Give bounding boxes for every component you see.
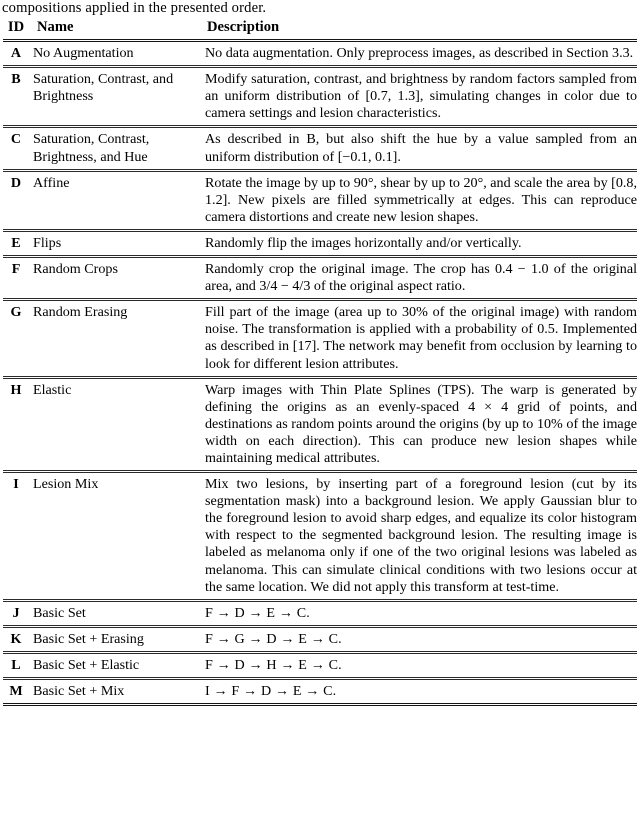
table-row: D Affine Rotate the image by up to 90°, … [1,174,639,228]
row-name: Saturation, Contrast, Brightness, and Hu… [33,131,150,165]
hline [3,65,637,69]
row-id: E [11,234,21,251]
column-header-description: Description [207,19,280,35]
row-id: L [11,656,21,673]
bottom-rule-cell [1,702,639,708]
row-description: Warp images with Thin Plate Splines (TPS… [205,381,637,466]
row-name: Basic Set [33,604,86,621]
hline [3,39,637,43]
row-name: Flips [33,234,62,251]
row-description: Mix two lesions, by inserting part of a … [205,476,637,595]
hline [3,375,637,379]
table-row: K Basic Set + Erasing F → G → D → E → C. [1,630,639,650]
table-header: ID Name Description [1,18,639,44]
table-row: L Basic Set + Elastic F → D → H → E → C. [1,656,639,676]
row-id: B [11,71,21,88]
table-body: A No Augmentation No data augmentation. … [1,44,639,708]
column-header-id: ID [7,19,25,35]
table-row: I Lesion Mix Mix two lesions, by inserti… [1,475,639,598]
row-name: Random Erasing [33,304,128,321]
bottom-rule [1,702,639,708]
row-description: Randomly crop the original image. The cr… [205,261,637,295]
row-id: F [11,261,21,278]
row-description: F → G → D → E → C. [205,630,342,647]
row-id: H [10,381,22,398]
hline [3,298,637,302]
hline [3,168,637,172]
row-description: I → F → D → E → C. [205,683,337,699]
table-row: F Random Crops Randomly crop the origina… [1,260,639,297]
row-description: Randomly flip the images horizontally an… [205,234,522,251]
table-row: E Flips Randomly flip the images horizon… [1,234,639,254]
row-name: Lesion Mix [33,476,99,493]
row-id: M [9,683,23,699]
row-name: Saturation, Contrast, and Brightness [33,71,174,105]
table-caption-tail: compositions applied in the presented or… [2,0,267,16]
row-description: Rotate the image by up to 90°, shear by … [205,174,638,225]
row-description: Fill part of the image (area up to 30% o… [205,304,637,372]
table-row: H Elastic Warp images with Thin Plate Sp… [1,381,639,469]
row-id: J [12,604,20,621]
augmentation-table: ID Name Description A No Augmentation No… [1,18,639,708]
hline [3,650,637,654]
row-name: Random Crops [33,261,118,278]
table-row: A No Augmentation No data augmentation. … [1,44,639,64]
row-description: F → D → H → E → C. [205,656,342,673]
hline [3,598,637,602]
row-id: G [10,304,22,321]
hline [3,125,637,129]
hline [3,624,637,628]
row-description: Modify saturation, contrast, and brightn… [205,71,637,122]
hline [3,677,637,680]
table-row: B Saturation, Contrast, and Brightness M… [1,70,639,124]
hline [3,228,637,232]
row-id: D [10,174,22,191]
row-name: Basic Set + Elastic [33,656,140,673]
hline [3,470,637,474]
column-header-name: Name [37,19,74,35]
table-row: J Basic Set F → D → E → C. [1,604,639,624]
row-name: Elastic [33,381,72,398]
hline [3,255,637,259]
table-header-row: ID Name Description [1,18,639,38]
table-row: M Basic Set + Mix I → F → D → E → C. [1,682,639,702]
hline [3,703,637,707]
row-description: No data augmentation. Only preprocess im… [205,45,634,62]
row-id: C [10,131,22,148]
row-name: Basic Set + Mix [33,683,125,699]
document-page: compositions applied in the presented or… [0,0,640,819]
row-name: No Augmentation [33,45,134,62]
row-id: A [10,45,22,62]
row-id: I [13,476,19,493]
table-row: C Saturation, Contrast, Brightness, and … [1,130,639,167]
row-name: Basic Set + Erasing [33,630,144,647]
row-name: Affine [33,174,70,191]
row-description: F → D → E → C. [205,604,310,621]
table-row: G Random Erasing Fill part of the image … [1,303,639,374]
row-id: K [10,630,22,647]
row-description: As described in B, but also shift the hu… [205,131,637,165]
